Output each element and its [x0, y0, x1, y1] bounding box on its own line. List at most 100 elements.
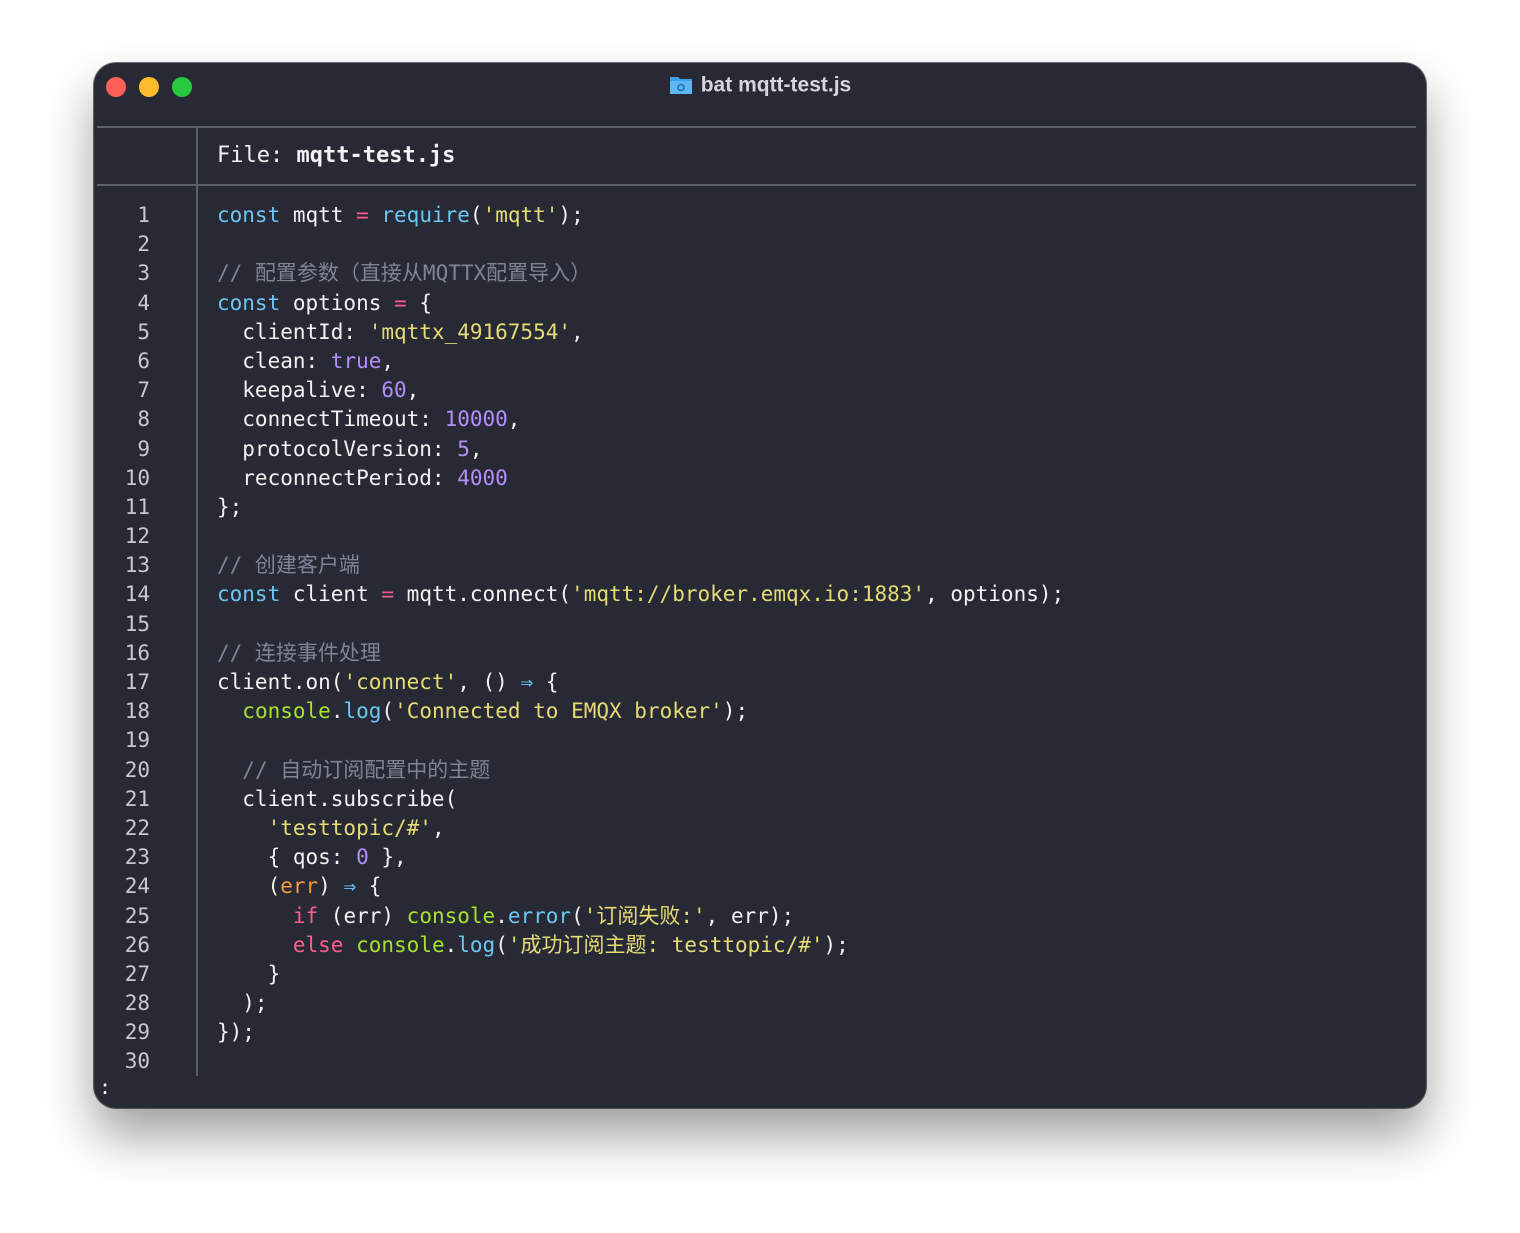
code-token: 4000 [457, 465, 508, 490]
code-token: options [280, 290, 395, 315]
line-number: 14 [124, 582, 150, 607]
code-token: client [280, 582, 382, 607]
line-number: 9 [137, 436, 150, 461]
code-token: = [356, 203, 369, 227]
line-number: 1 [137, 203, 150, 227]
code-line: 3 // 配置参数（直接从MQTTX配置导入） [94, 259, 1426, 288]
code-token: const [217, 203, 281, 227]
code-text: reconnectPeriod: 4000 [217, 464, 508, 493]
code-text: }; [217, 493, 242, 522]
code-token: // 创建客户端 [217, 553, 360, 578]
terminal-window: bat mqtt-test.js File: mqtt-test.js 1 con… [94, 63, 1426, 1108]
code-line: 19 [94, 726, 1426, 755]
code-line: 7 keepalive: 60, [94, 376, 1426, 405]
code-token: ); [217, 991, 268, 1016]
line-number: 13 [124, 553, 150, 578]
code-token: , [431, 815, 445, 840]
code-token: ( [217, 874, 281, 899]
line-number: 28 [124, 991, 150, 1016]
code-token: ); [823, 932, 849, 957]
code-token: clientId: [217, 319, 369, 344]
code-text: const options = { [217, 289, 432, 318]
code-text: console.log('Connected to EMQX broker'); [217, 697, 748, 726]
code-text: // 创建客户端 [217, 551, 360, 580]
code-text: if (err) console.error('订阅失败:', err); [217, 902, 794, 931]
window-title-area: bat mqtt-test.js [94, 73, 1426, 97]
code-text: clean: true, [217, 347, 394, 376]
line-number: 23 [124, 845, 150, 870]
code-token: ) [318, 874, 344, 899]
code-token: connectTimeout: [217, 407, 445, 432]
header-bottom-rule [97, 184, 1416, 186]
code-token: . [444, 932, 458, 957]
header-gutter-line [196, 126, 198, 186]
code-line: 2 [94, 230, 1426, 259]
file-header-filename: mqtt-test.js [296, 143, 456, 168]
code-token: = [394, 290, 407, 315]
code-text: // 自动订阅配置中的主题 [217, 756, 490, 785]
code-token: clean: [217, 348, 331, 373]
code-token: , [571, 319, 584, 344]
line-number: 19 [124, 728, 150, 753]
line-number: 18 [124, 699, 150, 724]
code-view: 1 const mqtt = require('mqtt'); 2 3// 配置参数（… [94, 201, 1426, 1077]
code-line: 18 console.log('Connected to EMQX broker… [94, 697, 1426, 726]
code-token: , err); [705, 903, 795, 928]
code-line: 9 protocolVersion: 5, [94, 435, 1426, 464]
code-line: 13 // 创建客户端 [94, 551, 1426, 580]
code-token: mqtt [280, 203, 357, 227]
code-line: 1 const mqtt = require('mqtt'); [94, 201, 1426, 230]
code-text: }); [217, 1018, 255, 1047]
code-token: 'mqtt://broker.emqx.io:1883' [571, 582, 926, 607]
code-token: protocolVersion: [217, 436, 458, 461]
file-header-label: File: [217, 143, 284, 168]
code-token: reconnectPeriod: [217, 465, 458, 490]
code-token: '成功订阅主题: testtopic/#' [507, 932, 824, 957]
code-token: 'testtopic/#' [267, 815, 432, 840]
code-line: 15 [94, 610, 1426, 639]
code-token: console [356, 932, 445, 957]
code-token: 'connect' [343, 670, 458, 694]
code-text: { qos: 0 }, [217, 843, 407, 872]
line-number: 17 [124, 670, 150, 694]
line-number: 2 [137, 232, 150, 257]
code-line: 20 // 自动订阅配置中的主题 [94, 756, 1426, 785]
code-token: else [292, 932, 344, 957]
code-token: } [217, 961, 281, 986]
code-token: { qos: [217, 845, 357, 870]
code-token: , [507, 407, 521, 432]
line-number: 11 [124, 494, 150, 519]
code-line: 24 (err) ⇒ { [94, 872, 1426, 901]
pager-prompt[interactable]: : [99, 1075, 111, 1099]
code-token: ⇒ [520, 670, 534, 694]
code-text: // 配置参数（直接从MQTTX配置导入） [217, 259, 591, 288]
code-line: 16 // 连接事件处理 [94, 639, 1426, 668]
code-token: 5 [457, 436, 470, 461]
code-line: 5 clientId: 'mqttx_49167554', [94, 318, 1426, 347]
code-text: protocolVersion: 5, [217, 435, 483, 464]
code-token: // 自动订阅配置中的主题 [242, 757, 491, 782]
line-number: 24 [124, 874, 150, 899]
code-token: , options); [925, 582, 1065, 607]
code-token: if [292, 903, 319, 928]
code-text: const client = mqtt.connect('mqtt://brok… [217, 580, 1064, 609]
code-line: 29}); [94, 1018, 1426, 1047]
code-token: , [381, 348, 395, 373]
header-top-rule [97, 126, 1416, 128]
code-token: true [330, 348, 382, 373]
code-token: { [406, 290, 432, 315]
line-number: 21 [124, 786, 150, 811]
code-text: clientId: 'mqttx_49167554', [217, 318, 584, 347]
code-token: { [356, 874, 382, 899]
folder-icon [669, 77, 692, 95]
code-token: , [469, 436, 483, 461]
code-text: // 连接事件处理 [217, 639, 381, 668]
code-token: // 配置参数（直接从MQTTX配置导入） [217, 261, 592, 286]
code-token: . [495, 903, 508, 928]
code-line: 22 'testtopic/#', [94, 814, 1426, 843]
